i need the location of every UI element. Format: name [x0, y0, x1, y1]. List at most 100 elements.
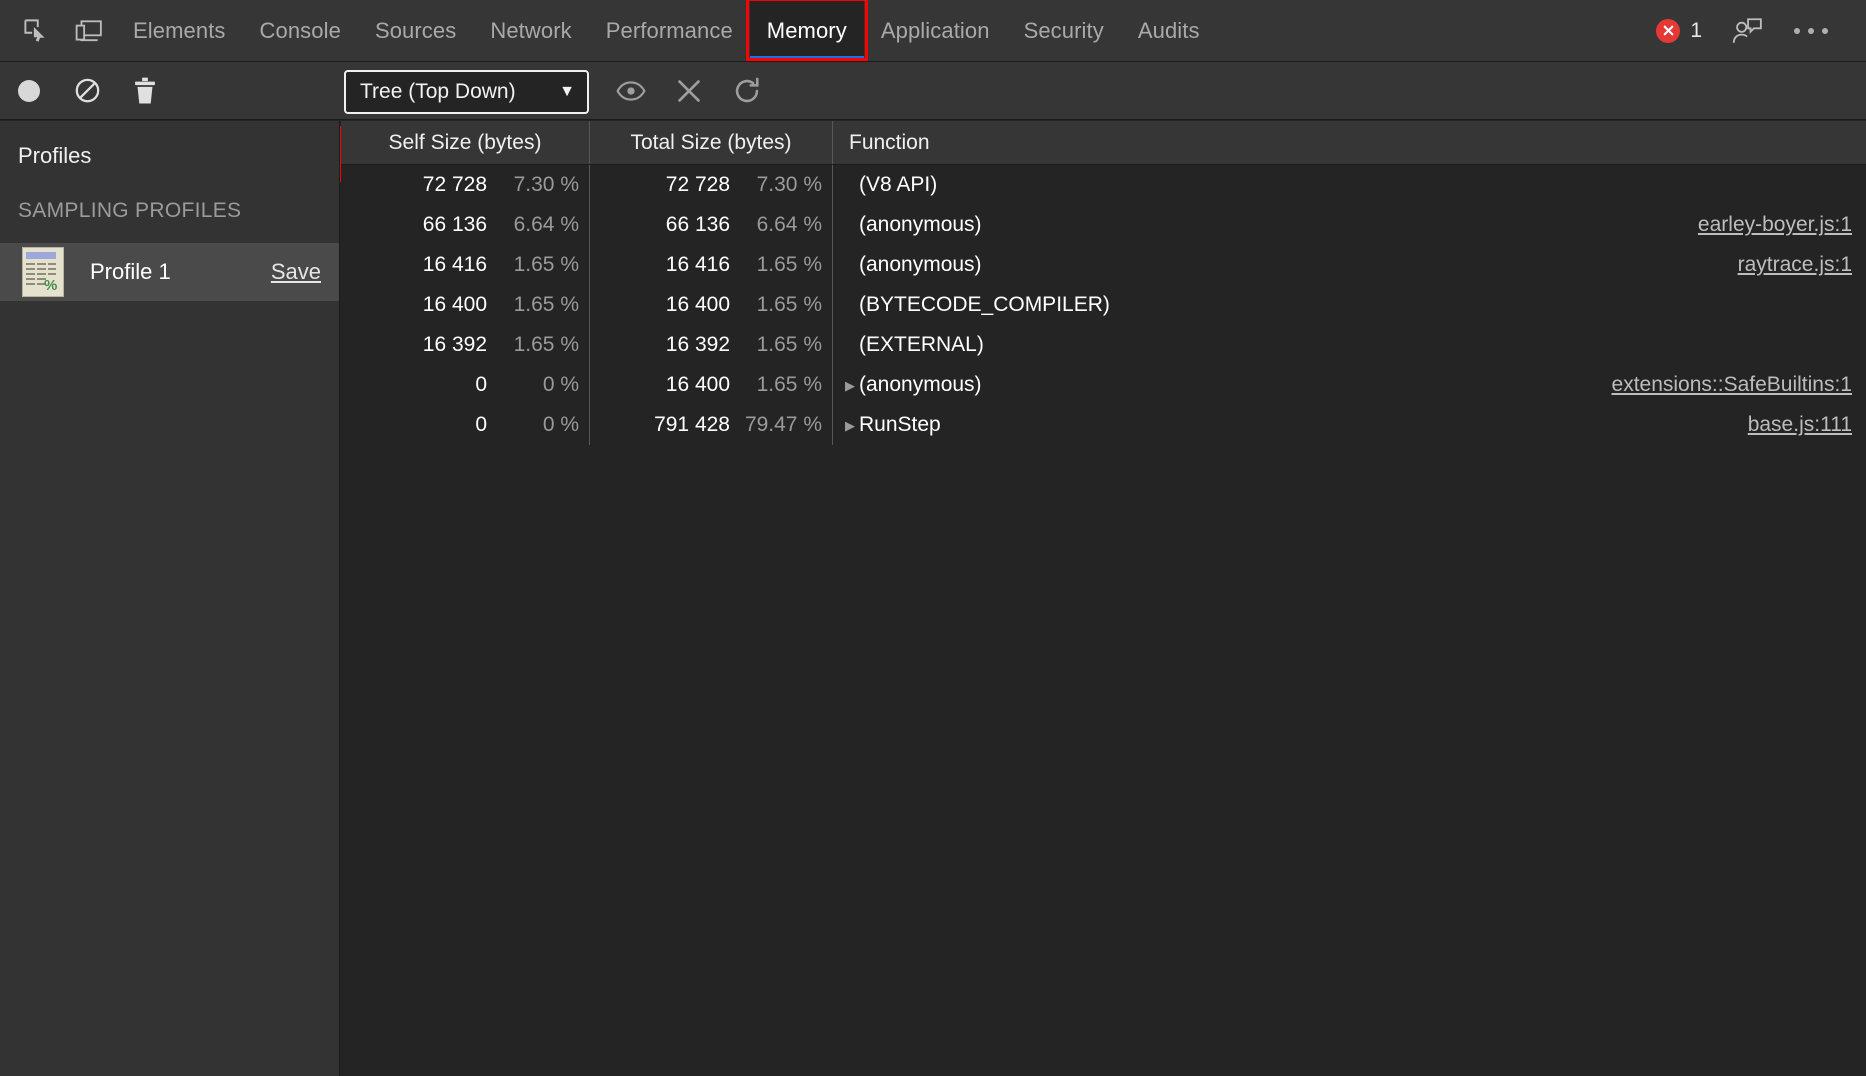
total-size-value: 16 416 [635, 253, 730, 277]
table-row[interactable]: 00 % 16 4001.65 % ▶(anonymous) extensions::… [341, 365, 1866, 405]
table-row[interactable]: 16 3921.65 %16 3921.65 %▶(EXTERNAL) [341, 325, 1866, 365]
tab-label: Audits [1138, 18, 1200, 44]
tab-audits[interactable]: Audits [1121, 0, 1217, 61]
tab-sources[interactable]: Sources [358, 0, 473, 61]
svg-text:%: % [44, 277, 57, 294]
memory-panel-toolbar: Tree (Top Down) ▼ [0, 62, 1866, 120]
view-mode-select[interactable]: Tree (Top Down) ▼ [344, 70, 589, 114]
function-name: (BYTECODE_COMPILER) [859, 293, 1110, 317]
function-name: (anonymous) [859, 213, 982, 237]
devtools-tab-bar: Elements Console Sources Network Perform… [0, 0, 1866, 62]
total-size-value: 72 728 [635, 173, 730, 197]
profile-name-label: Profile 1 [90, 259, 171, 285]
profile-document-percent-icon: % [22, 247, 64, 297]
tab-elements[interactable]: Elements [116, 0, 243, 61]
cell-total-size: 16 4001.65 % [590, 365, 833, 405]
focus-function-button[interactable] [602, 62, 660, 120]
total-size-percent: 7.30 % [730, 173, 822, 197]
cell-function: ▶(anonymous)raytrace.js:1 [833, 245, 1866, 285]
cell-self-size: 00 % [341, 405, 590, 445]
table-row[interactable]: 66 1366.64 %66 1366.64 %▶(anonymous)earl… [341, 205, 1866, 245]
delete-profile-button[interactable] [116, 62, 174, 120]
source-link[interactable]: earley-boyer.js:1 [1698, 213, 1858, 237]
cell-self-size: 16 4001.65 % [341, 285, 590, 325]
cell-function: ▶RunStepbase.js:111 [833, 405, 1866, 445]
function-name: (anonymous) [859, 373, 982, 397]
total-size-percent: 1.65 % [730, 373, 822, 397]
source-link[interactable]: extensions::SafeBuiltins:1 [1612, 373, 1858, 397]
clear-button[interactable] [58, 62, 116, 120]
column-header-function[interactable]: Function [833, 121, 1866, 164]
cell-function: ▶(anonymous)earley-boyer.js:1 [833, 205, 1866, 245]
cell-function: ▶(V8 API) [833, 165, 1866, 205]
tab-label: Performance [606, 18, 733, 44]
device-toolbar-icon[interactable] [62, 0, 116, 61]
exclude-function-button[interactable] [660, 62, 718, 120]
self-size-percent: 1.65 % [487, 333, 579, 357]
table-row[interactable]: 16 4001.65 %16 4001.65 %▶(BYTECODE_COMPI… [341, 285, 1866, 325]
profile-save-link[interactable]: Save [271, 259, 321, 285]
table-row[interactable]: 16 4161.65 %16 4161.65 %▶(anonymous)rayt… [341, 245, 1866, 285]
table-row[interactable]: 72 7287.30 %72 7287.30 %▶(V8 API) [341, 165, 1866, 205]
view-mode-select-wrapper: Tree (Top Down) ▼ [344, 70, 589, 114]
cell-self-size: 16 3921.65 % [341, 325, 590, 365]
cell-total-size: 16 4001.65 % [590, 285, 833, 325]
tab-network[interactable]: Network [473, 0, 588, 61]
expand-triangle-icon[interactable]: ▶ [841, 419, 859, 432]
self-size-value: 16 392 [392, 333, 487, 357]
self-size-value: 0 [392, 413, 487, 437]
total-size-value: 66 136 [635, 213, 730, 237]
error-count-badge[interactable]: 1 [1656, 19, 1702, 43]
tab-label: Application [881, 18, 990, 44]
self-size-percent: 1.65 % [487, 253, 579, 277]
restore-functions-button[interactable] [718, 62, 776, 120]
error-count-label: 1 [1690, 19, 1702, 43]
cell-total-size: 16 4161.65 % [590, 245, 833, 285]
source-link[interactable]: raytrace.js:1 [1738, 253, 1858, 277]
self-size-value: 16 400 [392, 293, 487, 317]
sidebar-item-profile-1[interactable]: % Profile 1 Save [0, 243, 339, 301]
tab-security[interactable]: Security [1007, 0, 1121, 61]
grid-header-row: Self Size (bytes) Total Size (bytes) Fun… [341, 121, 1866, 165]
total-size-percent: 79.47 % [730, 413, 822, 437]
tab-performance[interactable]: Performance [589, 0, 750, 61]
more-options-dots-icon[interactable] [1778, 28, 1844, 34]
error-circle-x-icon [1656, 19, 1680, 43]
cell-self-size: 16 4161.65 % [341, 245, 590, 285]
sidebar-title: Profiles [0, 121, 339, 169]
tab-console[interactable]: Console [243, 0, 358, 61]
profile-data-grid: Self Size (bytes) Total Size (bytes) Fun… [341, 121, 1866, 1076]
total-size-value: 16 400 [635, 293, 730, 317]
source-link[interactable]: base.js:111 [1748, 413, 1858, 437]
expand-triangle-icon[interactable]: ▶ [841, 379, 859, 392]
tab-label: Console [260, 18, 341, 44]
self-size-value: 0 [392, 373, 487, 397]
total-size-value: 16 392 [635, 333, 730, 357]
self-size-percent: 6.64 % [487, 213, 579, 237]
cell-self-size: 72 7287.30 % [341, 165, 590, 205]
self-size-value: 66 136 [392, 213, 487, 237]
tab-label: Elements [133, 18, 226, 44]
tab-memory[interactable]: Memory [750, 0, 864, 61]
table-row[interactable]: 00 %791 42879.47 %▶RunStepbase.js:111 [341, 405, 1866, 445]
record-button[interactable] [0, 62, 58, 120]
total-size-percent: 6.64 % [730, 213, 822, 237]
total-size-percent: 1.65 % [730, 253, 822, 277]
tab-application[interactable]: Application [864, 0, 1007, 61]
tab-label: Network [490, 18, 571, 44]
cell-total-size: 791 42879.47 % [590, 405, 833, 445]
inspect-element-icon[interactable] [8, 0, 62, 61]
column-header-total-size[interactable]: Total Size (bytes) [590, 121, 833, 164]
cell-self-size: 66 1366.64 % [341, 205, 590, 245]
total-size-percent: 1.65 % [730, 333, 822, 357]
tab-label: Security [1024, 18, 1104, 44]
function-name: (V8 API) [859, 173, 937, 197]
self-size-percent: 0 % [487, 373, 579, 397]
column-header-self-size[interactable]: Self Size (bytes) [341, 121, 590, 164]
cell-function: ▶(EXTERNAL) [833, 325, 1866, 365]
self-size-value: 72 728 [392, 173, 487, 197]
feedback-person-icon[interactable] [1720, 17, 1774, 45]
grid-body: 72 7287.30 %72 7287.30 %▶(V8 API)66 1366… [341, 165, 1866, 445]
total-size-value: 16 400 [635, 373, 730, 397]
cell-total-size: 66 1366.64 % [590, 205, 833, 245]
